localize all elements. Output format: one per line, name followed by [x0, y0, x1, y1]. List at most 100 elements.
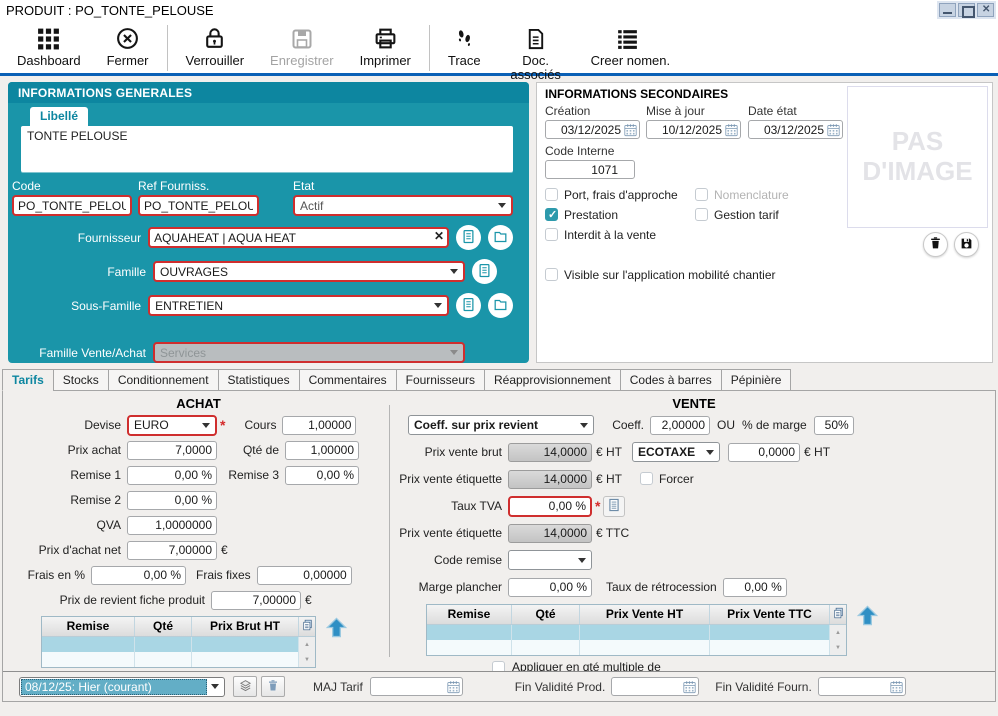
enregistrer-button[interactable]: Enregistrer	[257, 24, 347, 69]
sous-famille-folder-button[interactable]	[488, 293, 513, 318]
verrouiller-button[interactable]: Verrouiller	[173, 24, 258, 69]
checkbox-box[interactable]	[545, 268, 558, 281]
remise1-input[interactable]	[127, 466, 217, 485]
fin-validite-fourn-field[interactable]	[818, 677, 906, 696]
delete-tarif-button[interactable]	[261, 676, 285, 697]
prix-achat-net-input[interactable]	[127, 541, 217, 560]
column-header[interactable]: Qté	[512, 605, 580, 624]
tab-statistiques[interactable]: Statistiques	[218, 369, 299, 391]
checkbox-visible-mobilite[interactable]: Visible sur l'application mobilité chant…	[537, 268, 992, 282]
date-etat-field[interactable]	[748, 120, 843, 139]
column-header[interactable]: Qté	[135, 617, 192, 636]
dashboard-button[interactable]: Dashboard	[4, 24, 94, 69]
libelle-textarea[interactable]: TONTE PELOUSE	[21, 126, 513, 172]
marge-plancher-input[interactable]	[508, 578, 592, 597]
checkbox-box[interactable]	[545, 228, 558, 241]
ecotaxe-amount-input[interactable]	[728, 443, 800, 462]
mode-calcul-select[interactable]: Coeff. sur prix revient	[408, 415, 594, 435]
tab-reapprovisionnement[interactable]: Réapprovisionnement	[484, 369, 620, 391]
scroll-up-icon[interactable]: ▲	[830, 625, 846, 640]
fournisseur-input[interactable]	[148, 227, 449, 248]
copy-grid-button[interactable]	[299, 617, 315, 636]
calendar-icon[interactable]	[683, 680, 696, 694]
checkbox-box[interactable]	[695, 208, 708, 221]
code-input[interactable]	[12, 195, 132, 216]
fin-validite-fourn-input[interactable]	[821, 680, 890, 694]
prix-achat-input[interactable]	[127, 441, 217, 460]
creation-date-field[interactable]	[545, 120, 640, 139]
ref-fourniss-input[interactable]	[138, 195, 259, 216]
checkbox-port-frais[interactable]: Port, frais d'approche	[545, 188, 695, 202]
mise-a-jour-date-input[interactable]	[649, 123, 725, 137]
creation-date-input[interactable]	[548, 123, 624, 137]
column-header[interactable]: Remise	[42, 617, 135, 636]
prix-revient-input[interactable]	[211, 591, 301, 610]
imprimer-button[interactable]: Imprimer	[347, 24, 424, 69]
tab-codes-a-barres[interactable]: Codes à barres	[620, 369, 721, 391]
checkbox-box[interactable]	[640, 472, 653, 485]
ecotaxe-select[interactable]: ECOTAXE	[632, 442, 720, 462]
table-row[interactable]: ▼	[427, 640, 846, 655]
calendar-icon[interactable]	[447, 680, 460, 694]
sous-famille-list-button[interactable]	[456, 293, 481, 318]
column-header[interactable]: Prix Vente HT	[580, 605, 710, 624]
cours-input[interactable]	[282, 416, 356, 435]
sous-famille-select[interactable]: ENTRETIEN	[148, 295, 449, 316]
move-up-button[interactable]	[325, 617, 348, 641]
tab-libelle[interactable]: Libellé	[30, 107, 88, 126]
close-icon[interactable]	[977, 3, 994, 17]
taux-tva-input[interactable]	[508, 496, 592, 517]
minimize-icon[interactable]	[939, 3, 956, 17]
calendar-icon[interactable]	[890, 680, 903, 694]
column-header[interactable]: Prix Vente TTC	[710, 605, 830, 624]
tab-fournisseurs[interactable]: Fournisseurs	[396, 369, 484, 391]
tab-tarifs[interactable]: Tarifs	[2, 369, 53, 391]
scroll-down-icon[interactable]: ▼	[830, 640, 846, 655]
calendar-icon[interactable]	[725, 123, 738, 137]
move-up-button[interactable]	[856, 605, 879, 629]
famille-list-button[interactable]	[472, 259, 497, 284]
column-header[interactable]: Remise	[427, 605, 512, 624]
table-row[interactable]: ▼	[42, 652, 315, 667]
table-row[interactable]: ▲	[427, 625, 846, 640]
column-header[interactable]: Prix Brut HT	[192, 617, 299, 636]
checkbox-box[interactable]	[545, 208, 558, 221]
qva-input[interactable]	[127, 516, 217, 535]
scroll-down-icon[interactable]: ▼	[299, 652, 315, 667]
fournisseur-list-button[interactable]	[456, 225, 481, 250]
checkbox-box[interactable]	[545, 188, 558, 201]
devise-select[interactable]: EURO	[127, 415, 217, 436]
code-interne-input[interactable]	[545, 160, 635, 179]
maj-tarif-date-input[interactable]	[373, 680, 447, 694]
trace-button[interactable]: Trace	[435, 24, 494, 69]
qte-de-input[interactable]	[285, 441, 359, 460]
mise-a-jour-date-field[interactable]	[646, 120, 741, 139]
checkbox-prestation[interactable]: Prestation	[545, 208, 695, 222]
famille-select[interactable]: OUVRAGES	[153, 261, 465, 282]
fin-validite-prod-field[interactable]	[611, 677, 699, 696]
fermer-button[interactable]: Fermer	[94, 24, 162, 69]
maximize-icon[interactable]	[958, 3, 975, 17]
tva-list-button[interactable]	[603, 496, 625, 517]
checkbox-forcer[interactable]: Forcer	[640, 472, 694, 486]
tarif-version-select[interactable]: 08/12/25: Hier (courant)	[19, 677, 225, 697]
calendar-icon[interactable]	[827, 123, 840, 137]
duplicate-tarif-button[interactable]	[233, 676, 257, 697]
tab-commentaires[interactable]: Commentaires	[299, 369, 396, 391]
tab-stocks[interactable]: Stocks	[53, 369, 108, 391]
copy-grid-button[interactable]	[830, 605, 846, 624]
marge-input[interactable]	[814, 416, 854, 435]
tab-pepiniere[interactable]: Pépinière	[721, 369, 792, 391]
checkbox-interdit-vente[interactable]: Interdit à la vente	[545, 228, 695, 242]
frais-fixes-input[interactable]	[257, 566, 352, 585]
clear-x-icon[interactable]: ✕	[434, 229, 444, 243]
maj-tarif-date-field[interactable]	[370, 677, 463, 696]
retrocession-input[interactable]	[723, 578, 787, 597]
calendar-icon[interactable]	[624, 123, 637, 137]
table-row[interactable]: ▲	[42, 637, 315, 652]
frais-pct-input[interactable]	[91, 566, 186, 585]
remise2-input[interactable]	[127, 491, 217, 510]
fin-validite-prod-input[interactable]	[614, 680, 683, 694]
etat-select[interactable]: Actif	[293, 195, 513, 216]
scroll-up-icon[interactable]: ▲	[299, 637, 315, 652]
